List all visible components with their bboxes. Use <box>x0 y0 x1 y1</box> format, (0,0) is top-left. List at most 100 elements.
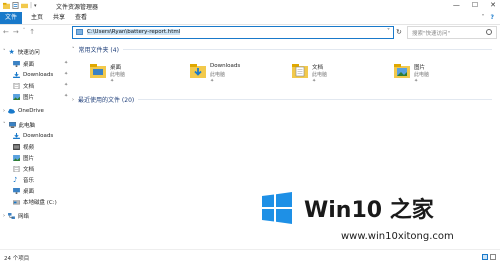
navigation-bar: ← → ˅ ↑ C:\Users\Ryan\battery-report.htm… <box>0 25 500 39</box>
download-icon <box>13 132 20 139</box>
sidebar-item-pc-downloads[interactable]: Downloads <box>13 131 53 140</box>
sidebar-label: 桌面 <box>23 61 35 68</box>
logo-pane <box>276 209 292 224</box>
sidebar-item-network[interactable]: › 网络 <box>3 211 29 220</box>
window-controls: — ☐ ✕ <box>453 1 496 9</box>
folder-location: 此电脑 <box>210 72 226 78</box>
sidebar-item-pc-pictures[interactable]: 图片 <box>13 153 34 162</box>
help-button[interactable]: ? <box>491 14 494 21</box>
sidebar-label: 文档 <box>23 83 35 90</box>
up-button[interactable]: ↑ <box>29 28 35 36</box>
sidebar-item-videos[interactable]: 视频 <box>13 142 34 151</box>
sidebar-label: Downloads <box>23 132 54 139</box>
sidebar-label: Downloads <box>23 71 54 78</box>
minimize-button[interactable]: — <box>453 1 460 9</box>
quick-access-toolbar: | ▾ <box>3 2 37 9</box>
group-title: 常用文件夹 (4) <box>78 47 119 54</box>
sidebar-label: 音乐 <box>23 177 35 184</box>
close-button[interactable]: ✕ <box>490 1 496 9</box>
computer-icon <box>8 121 16 128</box>
address-bar[interactable]: C:\Users\Ryan\battery-report.html ˅ <box>72 26 394 39</box>
navigation-pane: ˅ ★ 快速访问 桌面 ✦ Downloads ✦ 文档 ✦ 图片 ✦ › On… <box>0 42 72 248</box>
tab-view[interactable]: 查看 <box>70 12 92 24</box>
forward-button[interactable]: → <box>13 28 19 36</box>
title-bar: | ▾ 文件资源管理器 — ☐ ✕ <box>0 0 500 12</box>
item-count: 24 个项目 <box>4 256 30 262</box>
properties-icon[interactable] <box>12 2 19 9</box>
network-icon <box>8 212 15 219</box>
maximize-button[interactable]: ☐ <box>472 1 478 9</box>
folder-tile-documents[interactable]: 文档 此电脑 ✦ <box>292 60 382 92</box>
folder-name: Downloads <box>210 63 241 69</box>
address-path[interactable]: C:\Users\Ryan\battery-report.html <box>87 29 181 35</box>
large-icons-view-button[interactable] <box>490 254 496 260</box>
folder-tile-downloads[interactable]: Downloads 此电脑 ✦ <box>190 60 280 92</box>
ribbon: 文件 主页 共享 查看 ˅ ? <box>0 12 500 25</box>
folder-location: 此电脑 <box>414 72 430 78</box>
new-folder-icon[interactable] <box>21 2 28 9</box>
folder-name: 桌面 <box>110 65 122 71</box>
sidebar-item-documents[interactable]: 文档 <box>13 81 34 90</box>
recent-files-header[interactable]: › 最近使用的文件 (20) <box>72 95 492 104</box>
sidebar-label: 图片 <box>23 155 35 162</box>
search-box[interactable]: 搜索"快速访问" <box>407 26 497 39</box>
folder-name: 文档 <box>312 65 324 71</box>
sidebar-label: 图片 <box>23 94 35 101</box>
expand-chevron-icon[interactable]: ˅ <box>3 122 6 128</box>
folder-tile-pictures[interactable]: 图片 此电脑 ✦ <box>394 60 484 92</box>
sidebar-item-desktop[interactable]: 桌面 <box>13 59 34 68</box>
details-view-button[interactable] <box>482 254 488 260</box>
address-dropdown-icon[interactable]: ˅ <box>387 28 390 35</box>
logo-pane <box>276 192 292 207</box>
pin-icon: ✦ <box>210 78 215 84</box>
pin-icon[interactable]: ✦ <box>64 71 68 77</box>
desktop-icon <box>13 187 20 194</box>
search-placeholder: 搜索"快速访问" <box>412 31 451 37</box>
documents-icon <box>13 82 20 89</box>
sidebar-item-onedrive[interactable]: › OneDrive <box>3 106 44 115</box>
sidebar-label: OneDrive <box>18 107 44 114</box>
refresh-icon[interactable]: ↻ <box>396 28 402 36</box>
pin-icon[interactable]: ✦ <box>64 60 68 66</box>
sidebar-item-pc-documents[interactable]: 文档 <box>13 164 34 173</box>
pin-icon[interactable]: ✦ <box>64 93 68 99</box>
folder-name: 图片 <box>414 65 426 71</box>
sidebar-item-pictures[interactable]: 图片 <box>13 92 34 101</box>
frequent-folders-header[interactable]: ˅ 常用文件夹 (4) <box>72 45 492 54</box>
sidebar-item-quick-access[interactable]: ˅ ★ 快速访问 <box>3 47 40 56</box>
pin-icon[interactable]: ✦ <box>64 82 68 88</box>
tab-home[interactable]: 主页 <box>26 12 48 24</box>
sidebar-item-downloads[interactable]: Downloads <box>13 70 53 79</box>
folder-tile-desktop[interactable]: 桌面 此电脑 ✦ <box>90 60 180 92</box>
explorer-app-icon <box>3 2 10 9</box>
pin-icon: ✦ <box>312 78 317 84</box>
tab-file[interactable]: 文件 <box>0 12 22 24</box>
cloud-icon <box>8 108 15 114</box>
group-divider <box>122 49 492 50</box>
drive-icon <box>13 200 20 204</box>
download-icon <box>13 71 20 78</box>
recent-locations-button[interactable]: ˅ <box>23 28 26 36</box>
expand-ribbon-button[interactable]: ˅ <box>482 14 485 21</box>
pictures-folder-icon <box>394 64 410 78</box>
sidebar-item-this-pc[interactable]: ˅ 此电脑 <box>3 120 35 129</box>
sidebar-label: 网络 <box>18 213 30 220</box>
back-button[interactable]: ← <box>3 28 9 36</box>
expand-chevron-icon[interactable]: › <box>72 97 74 103</box>
sidebar-item-local-disk[interactable]: 本地磁盘 (C:) <box>13 197 57 206</box>
folder-location: 此电脑 <box>312 72 328 78</box>
search-icon <box>486 29 492 35</box>
pictures-icon <box>13 93 20 100</box>
customize-toolbar-icon[interactable]: ▾ <box>34 3 37 9</box>
expand-chevron-icon[interactable]: › <box>3 213 5 219</box>
collapse-chevron-icon[interactable]: ˅ <box>72 47 75 53</box>
expand-chevron-icon[interactable]: ˅ <box>3 49 6 55</box>
videos-icon <box>13 143 20 150</box>
sidebar-item-pc-desktop[interactable]: 桌面 <box>13 186 34 195</box>
tab-share[interactable]: 共享 <box>48 12 70 24</box>
group-title: 最近使用的文件 (20) <box>78 97 135 104</box>
expand-chevron-icon[interactable]: › <box>3 108 5 114</box>
sidebar-label: 文档 <box>23 166 35 173</box>
sidebar-item-music[interactable]: ♪ 音乐 <box>13 175 34 184</box>
sidebar-label: 本地磁盘 (C:) <box>23 199 57 206</box>
